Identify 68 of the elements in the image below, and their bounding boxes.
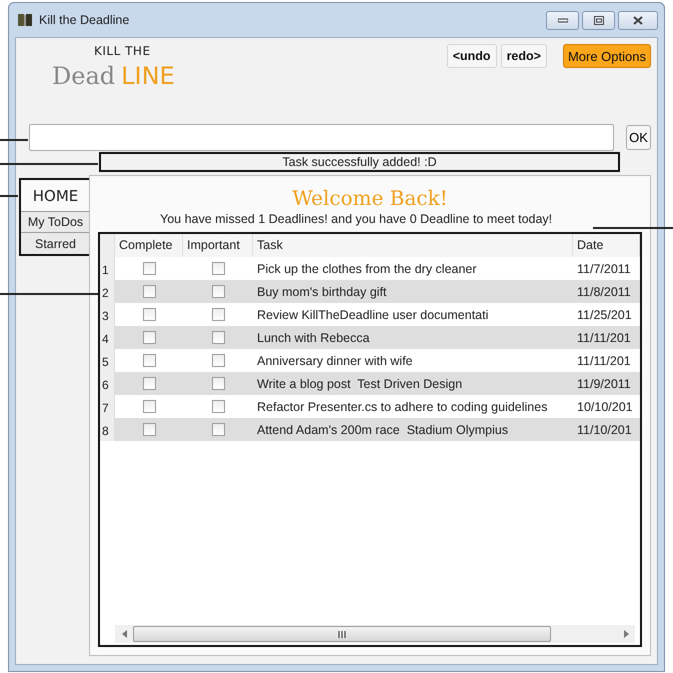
task-cell-text: Write a blog post Test Driven Design [256,376,464,390]
important-checkbox[interactable] [212,262,224,275]
important-checkbox[interactable] [212,308,224,321]
important-checkbox[interactable] [212,423,224,436]
horizontal-scrollbar[interactable] [115,625,635,643]
task-cell-text: Anniversary dinner with wife [256,354,414,368]
nav-tab[interactable]: HOME [21,180,90,212]
row-number: 8 [100,418,115,441]
date-cell-text: 11/8/2011 [576,284,632,298]
task-cell-text: Attend Adam's 200m race Stadium Olympius [256,422,510,436]
leader-line [0,195,18,197]
logo-text: LINE [121,62,175,90]
row-number: 6 [100,372,115,395]
status-message: Task successfully added! :D [99,152,620,172]
welcome-title: Welcome Back! [292,186,448,210]
scroll-right-icon[interactable] [624,630,628,638]
logo-text: KILL THE [94,44,152,58]
complete-checkbox[interactable] [142,331,156,344]
complete-checkbox[interactable] [142,400,156,413]
minimize-button[interactable] [546,10,579,30]
more-options-button[interactable]: More Options [562,44,651,68]
date-cell-text: 10/10/201 [576,400,634,414]
close-button[interactable] [618,10,658,30]
minimize-icon [558,17,568,23]
window-title: Kill the Deadline [39,13,130,27]
logo-text: Dead [52,62,116,90]
complete-checkbox[interactable] [142,262,156,275]
task-cell-text: Pick up the clothes from the dry cleaner [256,262,478,276]
date-cell-text: 11/7/2011 [576,262,632,276]
task-cell-text: Buy mom's birthday gift [256,284,388,298]
undo-button[interactable]: <undo [446,44,497,68]
date-cell-text: 11/25/201 [576,308,633,322]
row-number: 2 [100,280,115,303]
complete-checkbox[interactable] [142,308,156,321]
ok-button[interactable]: OK [626,125,651,150]
nav-tab[interactable]: Starred [21,233,90,254]
complete-checkbox[interactable] [142,285,156,298]
row-number: 3 [100,303,115,326]
maximize-icon [594,16,604,24]
command-input-field[interactable] [29,124,614,151]
date-cell-text: 11/9/2011 [576,376,632,390]
task-cell-text: Refactor Presenter.cs to adhere to coding guidelines [256,400,548,414]
task-cell-text: Lunch with Rebecca [256,330,371,344]
redo-button[interactable]: redo> [500,44,547,68]
row-number: 7 [100,395,115,418]
nav-tab[interactable]: My ToDos [21,212,90,233]
important-checkbox[interactable] [212,354,224,367]
task-cell-text: Review KillTheDeadline user documentati [256,308,490,322]
date-cell-text: 11/10/201 [576,422,633,436]
complete-checkbox[interactable] [142,423,156,436]
complete-checkbox[interactable] [142,377,156,390]
book-icon [17,13,33,27]
welcome-message: You have missed 1 Deadlines! and you have 0 Deadline to meet today! [160,212,552,226]
row-number: 4 [100,326,115,349]
complete-checkbox[interactable] [142,354,156,367]
scrollbar-thumb[interactable] [133,626,551,642]
leader-line [0,139,28,141]
important-checkbox[interactable] [212,377,224,390]
important-checkbox[interactable] [212,285,224,298]
important-checkbox[interactable] [212,400,224,413]
row-number: 5 [100,349,115,372]
row-number: 1 [100,257,115,280]
scroll-left-icon[interactable] [122,630,126,638]
date-cell-text: 11/11/201 [576,354,632,368]
important-checkbox[interactable] [212,331,224,344]
date-cell-text: 11/11/201 [576,330,632,344]
close-icon [633,16,643,24]
maximize-button[interactable] [582,10,615,30]
